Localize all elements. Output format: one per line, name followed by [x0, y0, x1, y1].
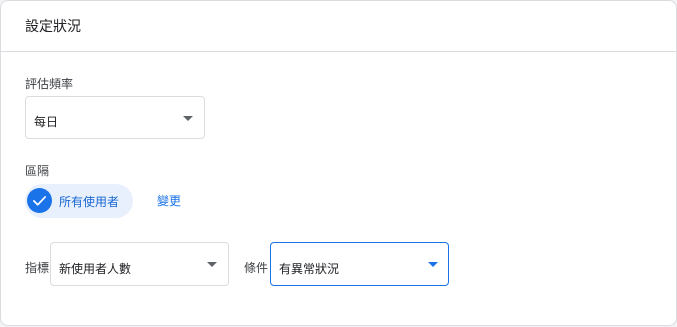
condition-select[interactable]: 有異常狀況 — [270, 242, 449, 286]
frequency-label: 評估頻率 — [25, 77, 74, 91]
frequency-value: 每日 — [34, 115, 59, 129]
frequency-select[interactable]: 每日 — [25, 96, 205, 139]
condition-label: 條件 — [244, 261, 269, 275]
metric-label: 指標 — [25, 261, 50, 275]
caret-down-icon — [183, 116, 193, 121]
condition-value: 有異常狀況 — [279, 262, 340, 276]
check-icon — [27, 188, 52, 213]
caret-down-icon — [428, 262, 438, 267]
segment-label: 區隔 — [25, 164, 50, 178]
settings-card: 設定狀況 評估頻率 每日 區隔 所有使用者 變更 指標 新使用者人數 條件 有異… — [0, 0, 677, 326]
metric-select[interactable]: 新使用者人數 — [50, 242, 229, 286]
metric-value: 新使用者人數 — [59, 262, 132, 276]
change-segment-link[interactable]: 變更 — [157, 192, 181, 209]
card-header: 設定狀況 — [1, 1, 676, 52]
segment-chip[interactable]: 所有使用者 — [25, 184, 133, 218]
card-title: 設定狀況 — [25, 19, 81, 35]
segment-chip-label: 所有使用者 — [59, 195, 120, 209]
caret-down-icon — [207, 262, 217, 267]
